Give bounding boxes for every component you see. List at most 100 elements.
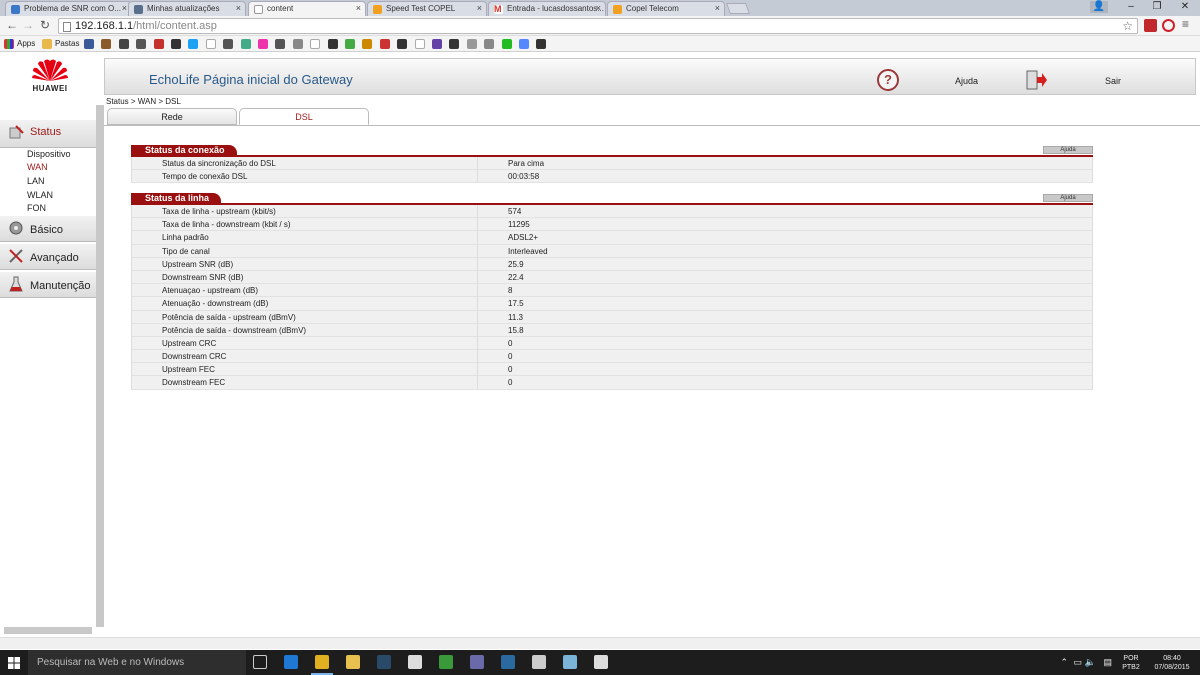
chrome-icon[interactable]: [315, 655, 329, 669]
bookmark-favicon-icon[interactable]: [136, 39, 147, 49]
new-tab-button[interactable]: [725, 3, 751, 14]
menu-manutencao[interactable]: Manutenção: [0, 272, 96, 298]
minimize-button[interactable]: –: [1118, 1, 1144, 15]
notification-icon[interactable]: ▤: [1103, 657, 1112, 668]
browser-tab[interactable]: Copel Telecom ×: [607, 1, 725, 16]
bookmark-favicon-icon[interactable]: [258, 39, 268, 49]
7zip-icon[interactable]: [594, 655, 608, 669]
greenshot-icon[interactable]: [439, 655, 453, 669]
back-arrow-icon[interactable]: ←: [6, 18, 18, 32]
page-icon: [63, 22, 71, 32]
bookmark-favicon-icon[interactable]: [223, 39, 234, 49]
tab-dsl[interactable]: DSL: [239, 108, 369, 125]
column-divider: [477, 257, 478, 271]
edge-icon[interactable]: [284, 655, 298, 669]
browser-tab[interactable]: Minhas atualizações ×: [128, 1, 246, 16]
bookmark-favicon-icon[interactable]: [101, 39, 112, 49]
bookmark-favicon-icon[interactable]: [379, 39, 390, 49]
exit-link[interactable]: Sair: [1105, 76, 1121, 86]
submenu-dispositivo[interactable]: Dispositivo: [27, 149, 71, 159]
league-icon[interactable]: [501, 655, 515, 669]
network-icon[interactable]: ▭: [1073, 657, 1082, 668]
gamepad-app-icon[interactable]: [470, 655, 484, 669]
tab-close-icon[interactable]: ×: [477, 3, 482, 13]
reload-icon[interactable]: ↻: [40, 18, 50, 32]
taskbar-search-box[interactable]: Pesquisar na Web e no Windows: [28, 650, 246, 675]
bookmark-apps[interactable]: Apps: [17, 39, 35, 49]
profile-icon[interactable]: 👤: [1090, 1, 1108, 13]
bookmark-favicon-icon[interactable]: [414, 39, 425, 49]
file-explorer-icon[interactable]: [346, 655, 360, 669]
help-question-icon[interactable]: ?: [877, 69, 899, 91]
submenu-wan[interactable]: WAN: [27, 162, 48, 172]
bookmark-folder[interactable]: Pastas: [55, 39, 79, 49]
address-bar[interactable]: 192.168.1.1/html/content.asp ☆: [58, 18, 1138, 34]
language-indicator[interactable]: POR PTB2: [1118, 654, 1144, 672]
steam-icon[interactable]: [377, 655, 391, 669]
menu-status[interactable]: Status: [0, 120, 96, 148]
restore-button[interactable]: ❐: [1144, 1, 1170, 15]
bookmark-favicon-icon[interactable]: [345, 39, 355, 49]
row-value: 25.9: [508, 259, 524, 269]
sidebar-scrollbar[interactable]: [96, 105, 104, 627]
clock-time: 08:40: [1163, 655, 1181, 662]
submenu-fon[interactable]: FON: [27, 203, 46, 213]
menu-avancado[interactable]: Avançado: [0, 244, 96, 270]
bookmark-favicon-icon[interactable]: [466, 39, 477, 49]
exit-door-icon[interactable]: [1026, 70, 1048, 90]
close-window-button[interactable]: ✕: [1172, 1, 1198, 15]
bookmark-favicon-icon[interactable]: [188, 39, 199, 49]
browser-tab[interactable]: M Entrada - lucasdossantos... ×: [488, 1, 606, 16]
bookmark-favicon-icon[interactable]: [432, 39, 442, 49]
bookmark-favicon-icon[interactable]: [484, 39, 495, 49]
browser-tab[interactable]: Speed Test COPEL ×: [367, 1, 487, 16]
tab-rede[interactable]: Rede: [107, 108, 237, 125]
section-help-button[interactable]: Ajuda: [1043, 194, 1093, 202]
notepad-icon[interactable]: [563, 655, 577, 669]
bookmark-favicon-icon[interactable]: [362, 39, 373, 49]
browser-tab-active[interactable]: content ×: [248, 1, 366, 16]
help-link[interactable]: Ajuda: [955, 76, 978, 86]
section-help-button[interactable]: Ajuda: [1043, 146, 1093, 154]
alien-icon[interactable]: [408, 655, 422, 669]
bookmark-favicon-icon[interactable]: [519, 39, 529, 49]
tab-close-icon[interactable]: ×: [596, 3, 601, 13]
tab-close-icon[interactable]: ×: [356, 3, 361, 13]
bookmark-favicon-icon[interactable]: [327, 39, 338, 49]
submenu-lan[interactable]: LAN: [27, 176, 45, 186]
windows-start-icon[interactable]: [8, 657, 20, 669]
bookmark-favicon-icon[interactable]: [84, 39, 94, 49]
tools-icon: [9, 249, 23, 263]
bookmark-favicon-icon[interactable]: [536, 39, 547, 49]
bookmark-favicon-icon[interactable]: [205, 39, 216, 49]
bookmark-favicon-icon[interactable]: [240, 39, 251, 49]
forward-arrow-icon[interactable]: →: [22, 18, 34, 32]
apps-icon: [4, 39, 14, 49]
row-label: Upstream FEC: [162, 365, 215, 375]
tray-chevron-icon[interactable]: ⌃: [1060, 657, 1068, 668]
taskbar-clock[interactable]: 08:40 07/08/2015: [1150, 654, 1194, 672]
sidebar-horizontal-scrollbar[interactable]: [4, 627, 92, 634]
bookmark-favicon-icon[interactable]: [292, 39, 303, 49]
extension-icon[interactable]: [1144, 19, 1157, 32]
task-view-icon[interactable]: [253, 655, 267, 669]
bookmark-favicon-icon[interactable]: [310, 39, 321, 49]
bookmark-favicon-icon[interactable]: [501, 39, 512, 49]
bookmark-favicon-icon[interactable]: [118, 39, 129, 49]
tab-close-icon[interactable]: ×: [122, 3, 127, 13]
bookmark-favicon-icon[interactable]: [397, 39, 408, 49]
browser-tab[interactable]: Problema de SNR com O... ×: [5, 1, 132, 16]
tab-close-icon[interactable]: ×: [715, 3, 720, 13]
tab-close-icon[interactable]: ×: [236, 3, 241, 13]
bookmark-star-icon[interactable]: ☆: [1122, 19, 1133, 33]
controller-icon[interactable]: [532, 655, 546, 669]
opera-extension-icon[interactable]: [1162, 19, 1175, 32]
bookmark-favicon-icon[interactable]: [153, 39, 164, 49]
bookmark-favicon-icon[interactable]: [449, 39, 460, 49]
submenu-wlan[interactable]: WLAN: [27, 190, 53, 200]
bookmark-favicon-icon[interactable]: [171, 39, 181, 49]
menu-basico[interactable]: Básico: [0, 216, 96, 242]
volume-icon[interactable]: 🔈: [1085, 657, 1096, 668]
bookmark-favicon-icon[interactable]: [275, 39, 286, 49]
chrome-menu-icon[interactable]: ≡: [1182, 17, 1189, 31]
